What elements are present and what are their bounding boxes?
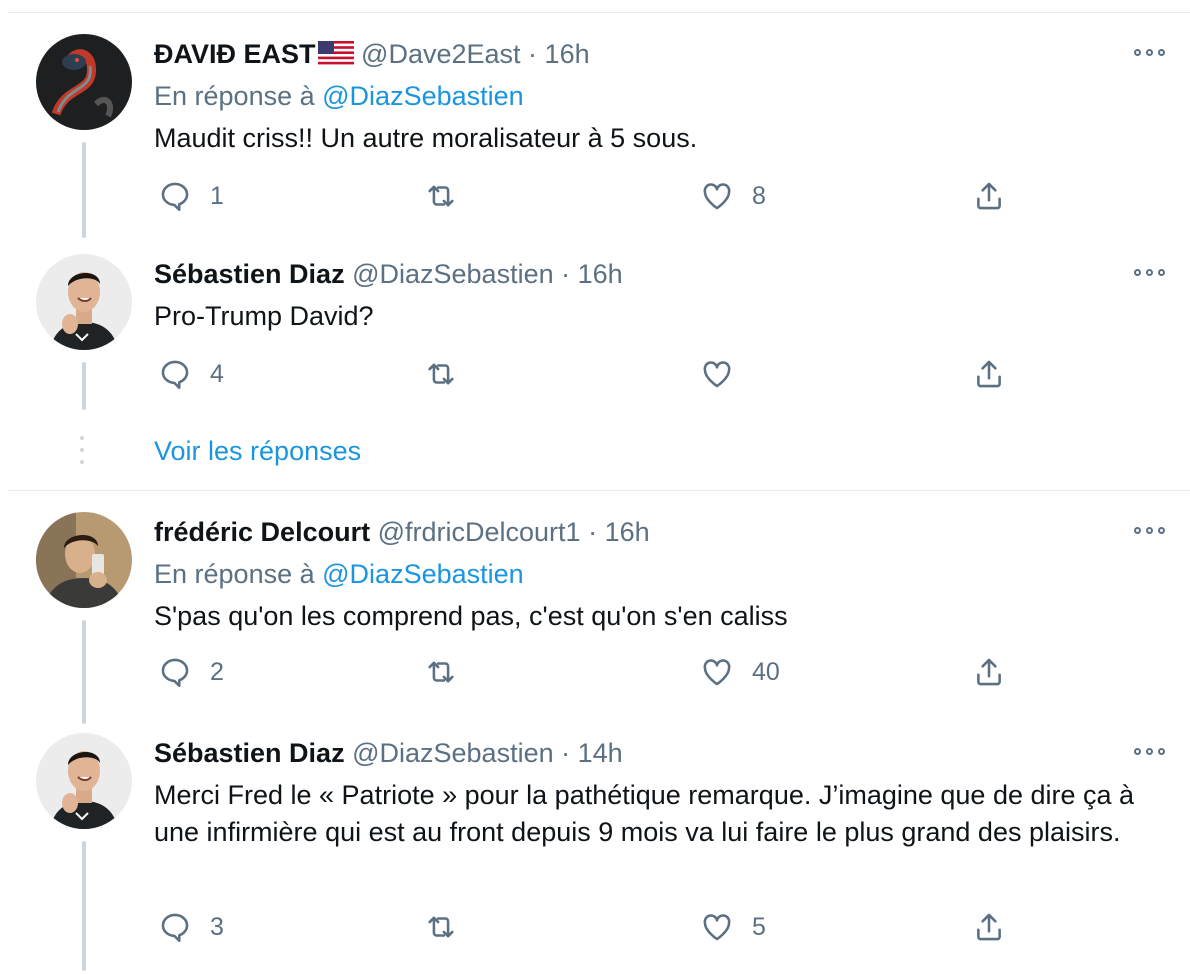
- thread-line: [82, 620, 86, 724]
- reply-count: 3: [210, 912, 224, 941]
- timestamp[interactable]: 16h: [578, 259, 623, 289]
- us-flag-icon: [317, 36, 354, 76]
- reply-icon: [161, 182, 189, 212]
- retweet-icon: [428, 363, 454, 385]
- author-name[interactable]: Sébastien Diaz: [154, 259, 345, 289]
- like-count: 40: [752, 657, 780, 686]
- thread-line: [82, 362, 86, 410]
- more-icon[interactable]: [1134, 745, 1168, 759]
- reply-context: En réponse à @DiazSebastien: [154, 76, 524, 116]
- tweet-header: Sébastien Diaz @DiazSebastien · 14h: [154, 733, 623, 773]
- reply-button[interactable]: 1: [158, 176, 224, 216]
- reply-count: 1: [210, 181, 224, 210]
- reply-prefix: En réponse à: [154, 559, 315, 589]
- share-button[interactable]: [972, 354, 1006, 394]
- top-divider: [8, 12, 1190, 13]
- reply-context: En réponse à @DiazSebastien: [154, 554, 524, 594]
- author-handle[interactable]: @DiazSebastien: [352, 259, 554, 289]
- mention-link[interactable]: @DiazSebastien: [322, 559, 524, 589]
- thread-divider: [8, 490, 1190, 491]
- heart-icon: [703, 361, 731, 388]
- tweet-text: Pro-Trump David?: [154, 301, 374, 331]
- share-icon: [977, 658, 1001, 686]
- action-bar: 3 5: [154, 907, 1054, 947]
- tweet-text: Merci Fred le « Patriote » pour la pathé…: [154, 780, 1135, 847]
- reply-button[interactable]: 2: [158, 652, 224, 692]
- author-name[interactable]: ĐAVIĐ EAST: [154, 39, 316, 69]
- retweet-icon: [428, 916, 454, 938]
- show-replies-link[interactable]: Voir les réponses: [154, 436, 361, 467]
- separator-dot: ·: [528, 39, 538, 69]
- author-name[interactable]: frédéric Delcourt: [154, 517, 370, 547]
- retweet-icon: [428, 185, 454, 207]
- thread-dots: [80, 436, 84, 472]
- more-icon[interactable]: [1134, 266, 1168, 280]
- like-count: 5: [752, 912, 766, 941]
- tweet-header: ĐAVIĐ EAST @Dave2East · 16h: [154, 34, 590, 76]
- avatar[interactable]: [36, 254, 132, 350]
- avatar[interactable]: [36, 512, 132, 608]
- heart-icon: [703, 914, 731, 941]
- timestamp[interactable]: 16h: [605, 517, 650, 547]
- action-bar: 1 8: [154, 176, 1054, 216]
- reply-button[interactable]: 3: [158, 907, 224, 947]
- action-bar: 2 40: [154, 652, 1054, 692]
- reply-count: 2: [210, 657, 224, 686]
- author-handle[interactable]: @Dave2East: [361, 39, 520, 69]
- share-icon: [977, 913, 1001, 941]
- share-icon: [977, 182, 1001, 210]
- timestamp[interactable]: 16h: [545, 39, 590, 69]
- avatar[interactable]: [36, 733, 132, 829]
- tweet-header: frédéric Delcourt @frdricDelcourt1 · 16h: [154, 512, 650, 552]
- separator-dot: ·: [588, 517, 598, 547]
- tweet[interactable]: frédéric Delcourt @frdricDelcourt1 · 16h…: [8, 512, 1190, 724]
- retweet-button[interactable]: [424, 652, 476, 692]
- tweet-text: Maudit criss!! Un autre moralisateur à 5…: [154, 123, 698, 153]
- more-icon[interactable]: [1134, 524, 1168, 538]
- author-handle[interactable]: @DiazSebastien: [352, 738, 554, 768]
- separator-dot: ·: [561, 738, 571, 768]
- retweet-icon: [428, 661, 454, 683]
- tweet[interactable]: ĐAVIĐ EAST @Dave2East · 16h En réponse à…: [8, 34, 1190, 238]
- reply-prefix: En réponse à: [154, 81, 315, 111]
- thread-line: [82, 841, 86, 971]
- author-name[interactable]: Sébastien Diaz: [154, 738, 345, 768]
- tweet[interactable]: Sébastien Diaz @DiazSebastien · 14h Merc…: [8, 733, 1190, 971]
- tweet-text: S'pas qu'on les comprend pas, c'est qu'o…: [154, 601, 788, 631]
- separator-dot: ·: [561, 259, 571, 289]
- reply-icon: [161, 658, 189, 688]
- tweet-header: Sébastien Diaz @DiazSebastien · 16h: [154, 254, 623, 294]
- retweet-button[interactable]: [424, 354, 476, 394]
- reply-count: 4: [210, 359, 224, 388]
- share-icon: [977, 360, 1001, 388]
- tweet[interactable]: Sébastien Diaz @DiazSebastien · 16h Pro-…: [8, 254, 1190, 414]
- heart-icon: [703, 183, 731, 210]
- reply-icon: [161, 360, 189, 390]
- retweet-button[interactable]: [424, 907, 476, 947]
- share-button[interactable]: [972, 176, 1006, 216]
- thread-line: [82, 142, 86, 238]
- timestamp[interactable]: 14h: [578, 738, 623, 768]
- retweet-button[interactable]: [424, 176, 476, 216]
- avatar[interactable]: [36, 34, 132, 130]
- like-button[interactable]: [700, 354, 752, 394]
- like-button[interactable]: 8: [700, 176, 766, 216]
- action-bar: 4: [154, 354, 1054, 394]
- share-button[interactable]: [972, 652, 1006, 692]
- reply-button[interactable]: 4: [158, 354, 224, 394]
- author-handle[interactable]: @frdricDelcourt1: [378, 517, 581, 547]
- more-icon[interactable]: [1134, 46, 1168, 60]
- heart-icon: [703, 659, 731, 686]
- mention-link[interactable]: @DiazSebastien: [322, 81, 524, 111]
- reply-icon: [161, 913, 189, 943]
- share-button[interactable]: [972, 907, 1006, 947]
- like-count: 8: [752, 181, 766, 210]
- like-button[interactable]: 5: [700, 907, 766, 947]
- like-button[interactable]: 40: [700, 652, 780, 692]
